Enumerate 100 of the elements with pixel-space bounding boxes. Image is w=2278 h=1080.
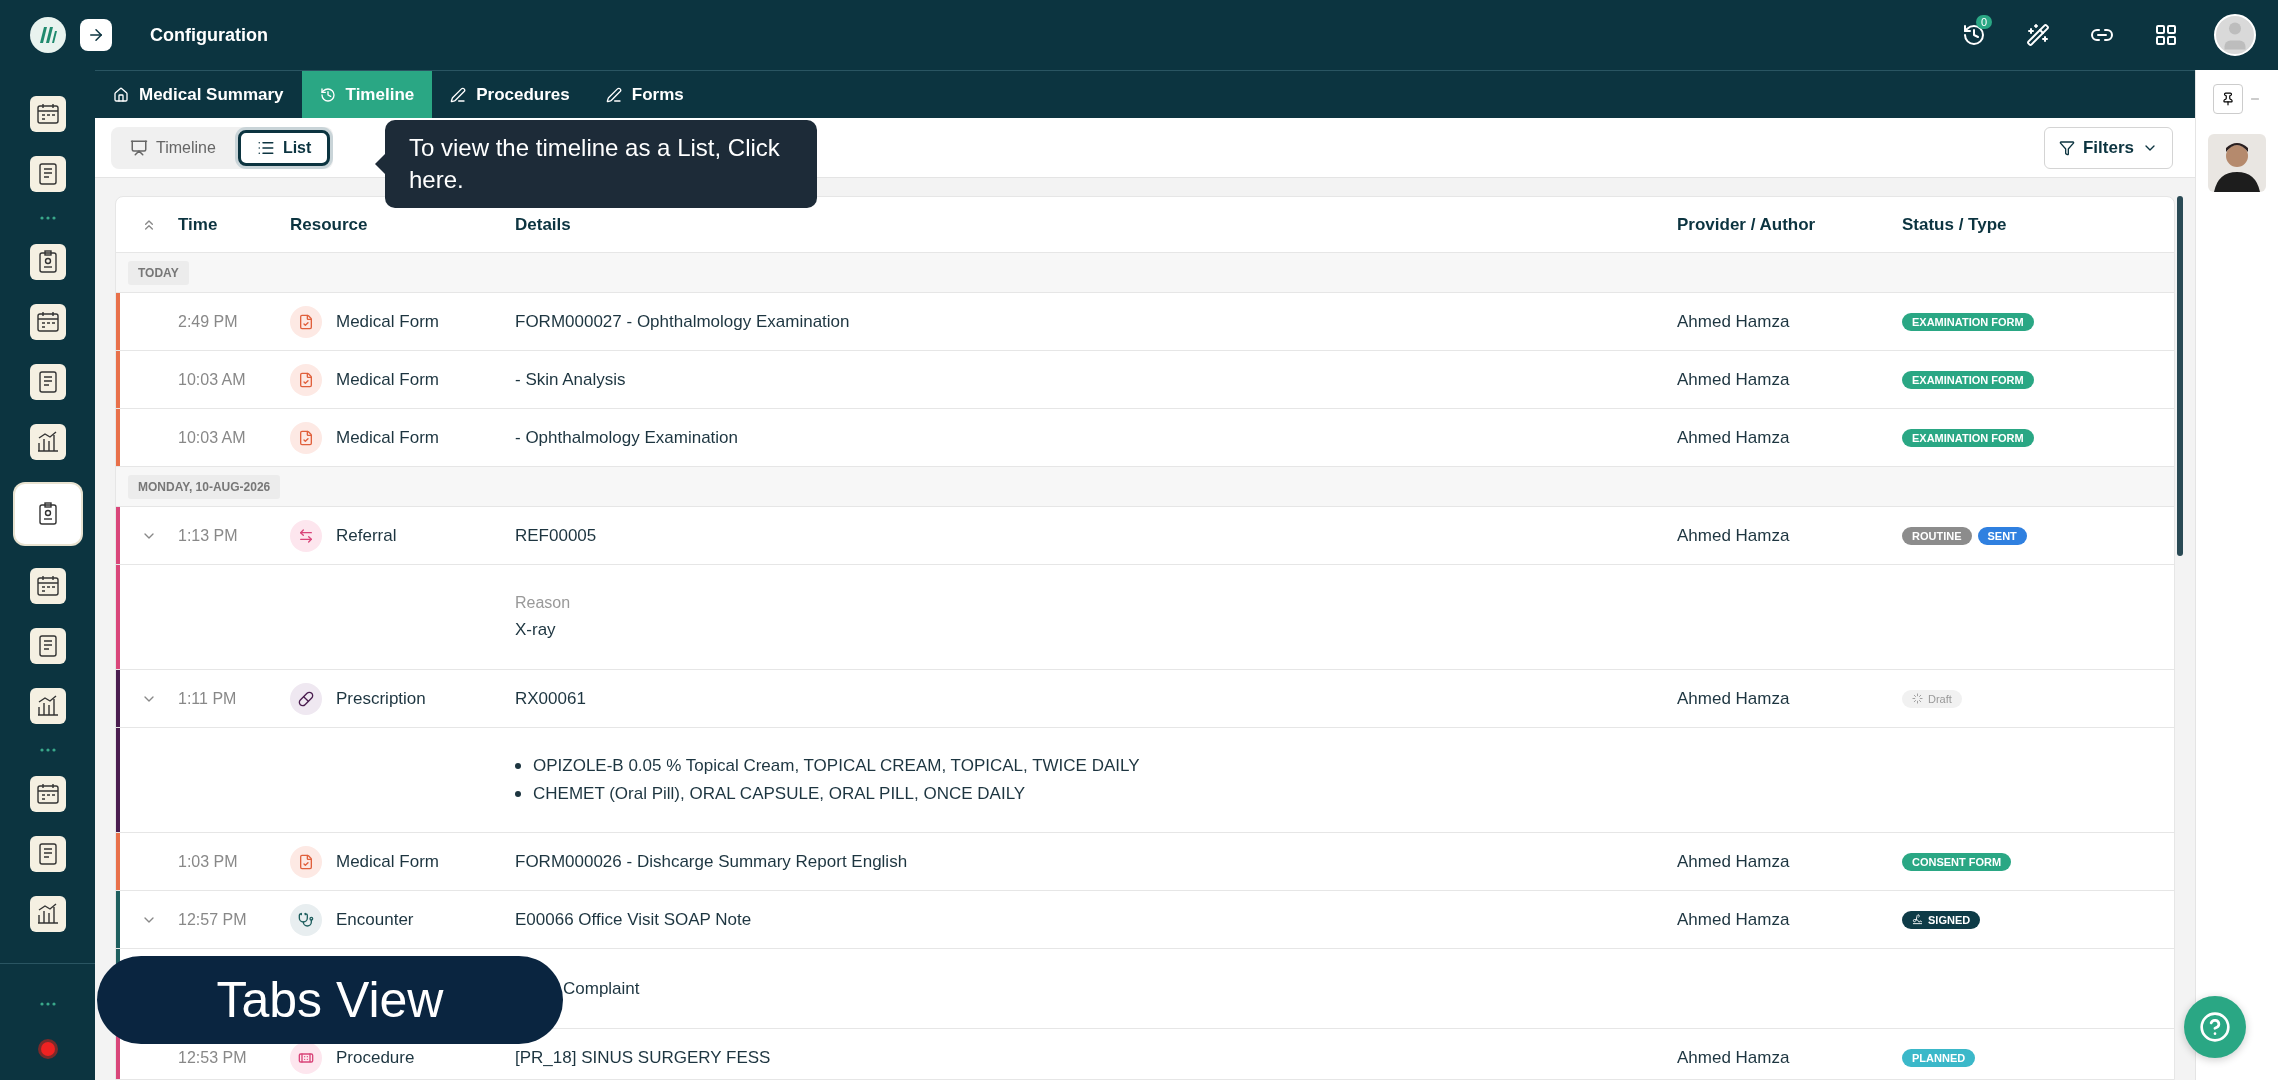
stethoscope-icon	[290, 903, 322, 936]
details-cell-text: FORM000027 - Ophthalmology Examination	[515, 311, 851, 332]
time-cell-text: 1:11 PM	[178, 689, 238, 708]
sidebar-item[interactable]	[29, 568, 66, 604]
provider-cell-text: Ahmed Hamza	[1677, 688, 1791, 709]
more-icon[interactable]	[39, 748, 56, 752]
notification-count: 0	[1975, 15, 1992, 29]
filters-button[interactable]: Filters	[2043, 126, 2173, 169]
field-value: X-ray	[515, 620, 557, 640]
status-badge: ROUTINE	[1902, 526, 1972, 545]
calendar-icon	[34, 573, 61, 599]
arrows-icon	[290, 519, 322, 552]
resource-cell: Medical Form	[336, 311, 439, 332]
medication-item: CHEMET (Oral Pill), ORAL CAPSULE, ORAL PILL, ONCE DAILY	[533, 784, 1026, 804]
document-icon	[290, 845, 322, 878]
page-title: Configuration	[150, 24, 269, 46]
time-cell-text: 2:49 PM	[178, 312, 239, 331]
pin-icon	[2221, 92, 2235, 106]
bullet-icon	[515, 763, 521, 769]
caption-overlay: Tabs View	[97, 956, 563, 1044]
sidebar-item[interactable]	[29, 156, 66, 192]
expand-button[interactable]	[80, 19, 112, 51]
pen-icon	[605, 86, 622, 103]
column-header: Details	[515, 214, 572, 235]
calendar-icon	[34, 101, 61, 127]
grid-icon	[2154, 23, 2178, 47]
column-header: Resource	[290, 214, 369, 235]
column-header: Provider / Author	[1677, 214, 1817, 235]
provider-cell-text: Ahmed Hamza	[1677, 851, 1791, 872]
more-icon[interactable]	[39, 1002, 56, 1006]
sidebar-item[interactable]	[29, 304, 66, 340]
status-badge: PLANNED	[1902, 1048, 1976, 1067]
sidebar-item[interactable]	[29, 776, 66, 812]
view-toggle-button[interactable]: Timeline	[114, 129, 232, 166]
document-icon	[290, 363, 322, 396]
details-cell-text: REF00005	[515, 525, 598, 546]
sidebar-item[interactable]	[14, 484, 81, 544]
board-icon	[130, 138, 148, 157]
resource-cell: Medical Form	[336, 851, 439, 872]
help-button[interactable]	[2184, 996, 2246, 1058]
more-icon[interactable]	[39, 216, 56, 220]
date-group-label: TODAY	[128, 260, 189, 285]
status-badge: EXAMINATION FORM	[1902, 370, 2034, 389]
column-header: Time	[178, 214, 219, 235]
field-label: Reason	[515, 594, 572, 612]
logo-icon[interactable]	[30, 17, 66, 53]
arrow-right-icon	[87, 26, 105, 44]
calendar-icon	[34, 781, 61, 807]
details-cell-text: - Skin Analysis	[515, 369, 627, 390]
field-value: Complaint	[563, 978, 641, 999]
sidebar-item[interactable]	[29, 364, 66, 400]
time-cell-text: 12:57 PM	[178, 910, 248, 929]
view-toggle-button[interactable]: List	[237, 129, 331, 166]
sidebar-item[interactable]	[29, 836, 66, 872]
sidebar-item[interactable]	[29, 244, 66, 280]
resource-cell: Referral	[336, 525, 397, 546]
resource-cell: Encounter	[336, 909, 414, 930]
status-badge: SIGNED	[1902, 910, 1981, 929]
details-cell-text: - Ophthalmology Examination	[515, 427, 739, 448]
status-dot	[40, 1042, 55, 1056]
pen-icon	[450, 86, 467, 103]
status-badge: CONSENT FORM	[1902, 852, 2012, 871]
scrollbar[interactable]	[2177, 196, 2183, 556]
bullet-icon	[515, 791, 521, 797]
sidebar-item[interactable]	[29, 96, 66, 132]
help-icon	[2199, 1011, 2231, 1043]
sidebar-item[interactable]	[29, 424, 66, 460]
pin-button[interactable]	[2213, 84, 2243, 114]
status-badge: EXAMINATION FORM	[1902, 312, 2034, 331]
details-cell-text: E00066 Office Visit SOAP Note	[515, 909, 753, 930]
details-cell-text: RX00061	[515, 688, 587, 709]
tab[interactable]: Medical Summary	[95, 71, 302, 118]
calendar-icon	[34, 309, 61, 335]
provider-cell-text: Ahmed Hamza	[1677, 525, 1791, 546]
resource-cell: Prescription	[336, 688, 426, 709]
details-cell-text: FORM000026 - Dishcarge Summary Report English	[515, 851, 909, 872]
column-header: Status / Type	[1902, 214, 2008, 235]
resource-cell: Procedure	[336, 1047, 415, 1068]
sidebar-item[interactable]	[29, 628, 66, 664]
tab[interactable]: Procedures	[432, 71, 588, 118]
sidebar-item[interactable]	[29, 896, 66, 932]
filter-icon	[2058, 139, 2075, 156]
status-badge: EXAMINATION FORM	[1902, 428, 2034, 447]
time-cell-text: 1:03 PM	[178, 852, 239, 871]
time-cell-text: 10:03 AM	[178, 370, 247, 389]
medication-item: OPIZOLE-B 0.05 % Topical Cream, TOPICAL CREAM, TOPICAL, TWICE DAILY	[533, 756, 1140, 776]
tab[interactable]: Forms	[587, 71, 702, 118]
history-icon	[319, 86, 336, 103]
resource-cell: Medical Form	[336, 369, 439, 390]
time-cell-text: 12:53 PM	[178, 1048, 248, 1067]
status-badge: Draft	[1902, 689, 1962, 708]
resource-cell: Medical Form	[336, 427, 439, 448]
document-icon	[290, 305, 322, 338]
user-avatar[interactable]	[2214, 14, 2256, 56]
pill-icon	[290, 682, 322, 715]
provider-cell-text: Ahmed Hamza	[1677, 311, 1791, 332]
provider-cell-text: Ahmed Hamza	[1677, 369, 1791, 390]
time-cell-text: 10:03 AM	[178, 428, 247, 447]
date-group-label: MONDAY, 10-AUG-2026	[128, 474, 281, 499]
sidebar-item[interactable]	[29, 688, 66, 724]
